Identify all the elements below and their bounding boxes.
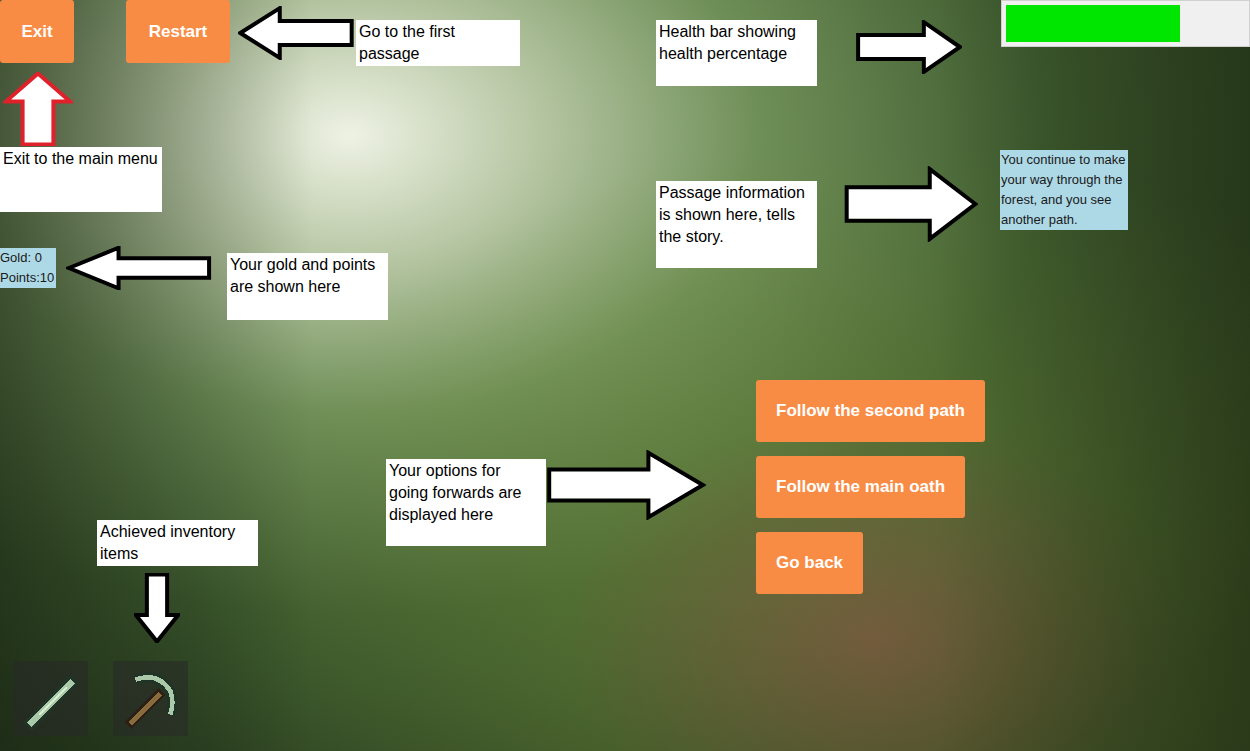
arrow-left-icon (238, 6, 354, 60)
game-screen: Exit Restart Gold: 0Points:10 You continue … (0, 0, 1250, 751)
annotation-note: Your gold and points are shown here (227, 253, 388, 320)
option-button[interactable]: Follow the main oath (756, 456, 965, 518)
arrow-right-icon (856, 20, 962, 74)
arrow-right-icon (844, 166, 978, 242)
annotation-note: Exit to the main menu (0, 147, 162, 212)
sword-icon (20, 668, 82, 730)
exit-button[interactable]: Exit (0, 0, 74, 63)
annotation-note: Your options for going forwards are disp… (386, 459, 546, 546)
forest-scene-image (0, 0, 1250, 751)
inventory-slot[interactable] (13, 661, 88, 736)
annotation-note: Achieved inventory items (97, 520, 258, 566)
pickaxe-icon (120, 668, 182, 730)
annotation-note: Passage information is shown here, tells… (656, 181, 817, 268)
health-bar (1001, 0, 1250, 47)
health-bar-fill (1006, 5, 1180, 42)
arrow-up-icon (3, 72, 73, 146)
arrow-left-icon (66, 246, 212, 290)
passage-text: You continue to make your way through th… (1000, 150, 1128, 230)
option-button[interactable]: Go back (756, 532, 863, 594)
arrow-down-icon (134, 573, 180, 643)
points-text: Points:10 (0, 268, 54, 288)
arrow-right-icon (546, 450, 706, 520)
stats-panel: Gold: 0Points:10 (0, 248, 56, 288)
inventory-slot[interactable] (113, 661, 188, 736)
inventory (13, 661, 188, 736)
restart-button[interactable]: Restart (126, 0, 230, 63)
annotation-note: Go to the first passage (356, 20, 520, 66)
options-list: Follow the second path Follow the main oa… (756, 380, 985, 594)
gold-text: Gold: 0 (0, 248, 54, 268)
annotation-note: Health bar showing health percentage (656, 20, 817, 86)
option-button[interactable]: Follow the second path (756, 380, 985, 442)
